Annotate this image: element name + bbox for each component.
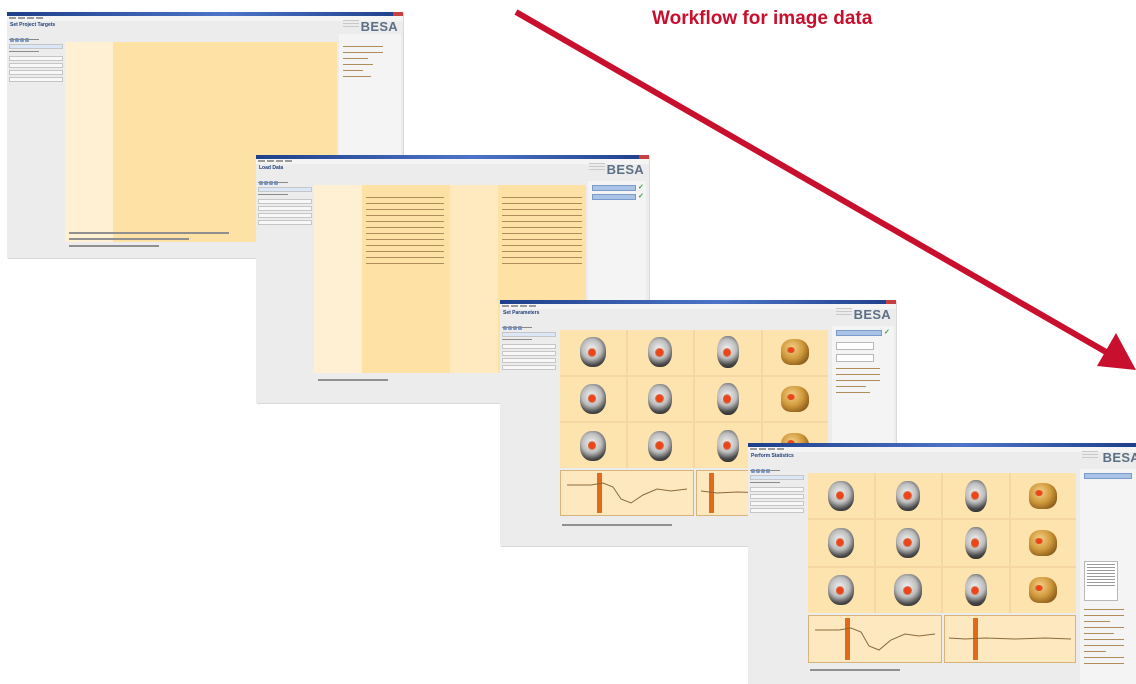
brain-slice-icon	[964, 574, 987, 607]
toolbar	[751, 460, 781, 473]
parameter-field[interactable]	[836, 342, 874, 350]
checkmark-icon: ✓	[638, 184, 644, 191]
window-title: Set Project Targets	[10, 22, 56, 28]
besa-logo-lines	[589, 163, 605, 173]
brain-slice-icon	[827, 575, 854, 606]
brain-slice-icon	[648, 337, 673, 368]
brain-3d-icon	[1029, 577, 1058, 604]
window-title: Load Data	[259, 165, 284, 171]
brain-slice-icon	[579, 430, 606, 461]
checkmark-icon: ✓	[884, 329, 890, 336]
toolbar	[503, 317, 533, 330]
besa-logo: BESA	[606, 162, 644, 177]
status-text	[69, 232, 229, 234]
status-text	[69, 238, 189, 240]
workflow-sidebar	[750, 469, 804, 515]
status-text	[318, 379, 388, 381]
brain-3d-icon	[1029, 529, 1058, 556]
workflow-sidebar	[502, 326, 556, 372]
brain-slice-icon	[579, 383, 606, 414]
window-title: Perform Statistics	[751, 453, 794, 459]
load-button[interactable]	[592, 194, 636, 200]
workflow-headline: Workflow for image data	[652, 8, 873, 29]
brain-3d-icon	[1029, 482, 1058, 509]
brain-slice-icon	[716, 429, 739, 462]
menu-bar	[748, 447, 1136, 452]
brain-slice-icon	[827, 527, 854, 558]
brain-slice-icon	[964, 479, 987, 512]
brain-slice-icon	[894, 574, 923, 607]
brain-3d-icon	[781, 339, 810, 366]
besa-logo: BESA	[1102, 450, 1136, 465]
time-course-plot	[560, 470, 694, 516]
parameter-button[interactable]	[836, 330, 882, 336]
status-text	[562, 524, 672, 526]
screenshot-perform-statistics: Perform Statistics BESA	[748, 443, 1136, 684]
status-text	[810, 669, 900, 671]
besa-logo-lines	[836, 308, 852, 318]
statistics-panel	[1080, 469, 1136, 684]
status-text	[69, 245, 159, 247]
brain-slice-icon	[896, 480, 921, 511]
window-title: Set Parameters	[503, 310, 540, 316]
toolbar	[10, 29, 40, 42]
brain-slice-icon	[716, 382, 739, 415]
besa-logo-lines	[343, 20, 359, 30]
brain-view-grid	[808, 473, 1076, 613]
besa-logo: BESA	[853, 307, 891, 322]
time-course-plot	[808, 615, 942, 663]
statistics-button[interactable]	[1084, 473, 1132, 479]
brain-slice-icon	[827, 480, 854, 511]
checkmark-icon: ✓	[638, 193, 644, 200]
brain-slice-icon	[964, 526, 987, 559]
time-course-plot	[944, 615, 1076, 663]
parameter-field[interactable]	[836, 354, 874, 362]
besa-logo-lines	[1082, 451, 1098, 461]
toolbar	[259, 172, 289, 185]
besa-logo: BESA	[360, 19, 398, 34]
brain-slice-icon	[648, 383, 673, 414]
cluster-table	[1084, 561, 1118, 601]
load-button[interactable]	[592, 185, 636, 191]
workflow-sidebar	[9, 38, 63, 84]
workflow-sidebar	[258, 181, 312, 227]
brain-slice-icon	[648, 430, 673, 461]
brain-slice-icon	[579, 337, 606, 368]
brain-3d-icon	[781, 385, 810, 412]
brain-slice-icon	[716, 336, 739, 369]
brain-slice-icon	[896, 527, 921, 558]
